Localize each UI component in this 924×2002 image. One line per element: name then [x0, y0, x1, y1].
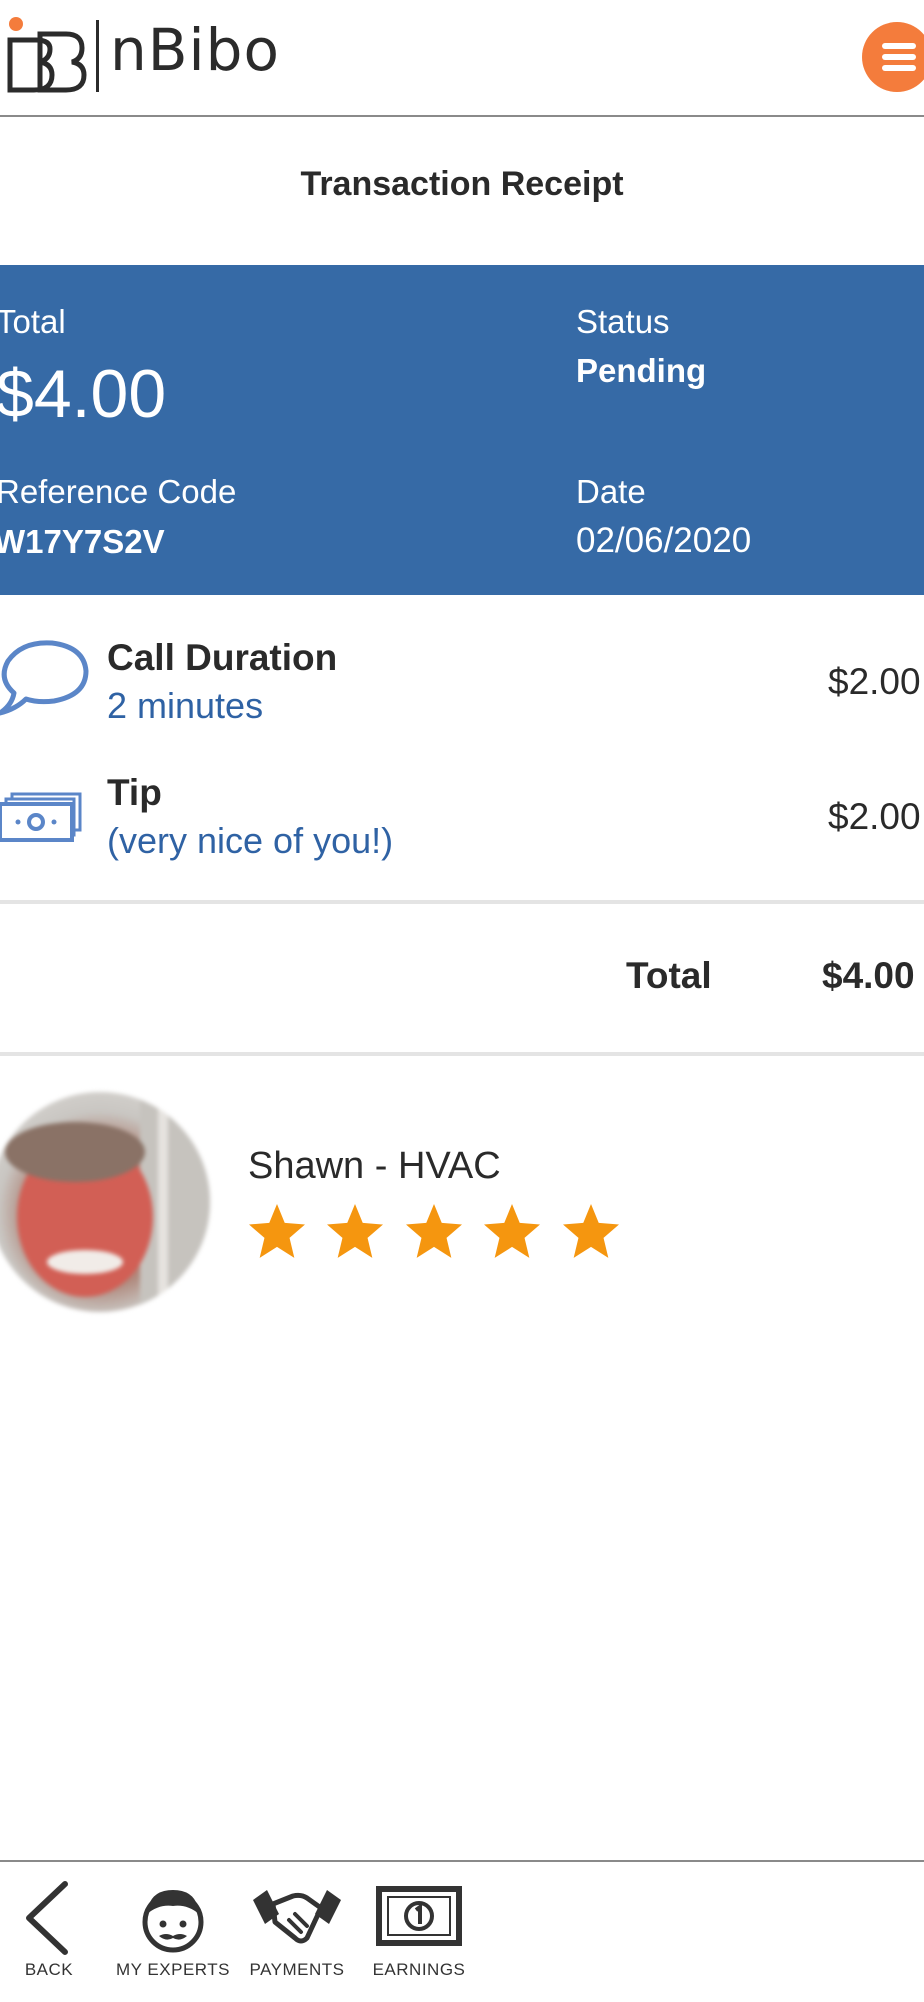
avatar-photo [5, 1092, 210, 1312]
logo-text: nBibo [110, 16, 280, 84]
date-label: Date [576, 473, 646, 510]
star-icon [484, 1204, 541, 1258]
date-value: 02/06/2020 [576, 521, 752, 560]
menu-button[interactable] [862, 22, 924, 92]
line-item-subtitle: (very nice of you!) [107, 820, 394, 861]
line-item-subtitle: 2 minutes [107, 685, 264, 726]
dollar-bill-icon [376, 1886, 462, 1946]
nav-label: MY EXPERTS [116, 1960, 230, 1979]
divider [0, 1052, 924, 1056]
grand-total-label: Total [626, 955, 712, 996]
nav-label: EARNINGS [372, 1960, 466, 1979]
rating-stars[interactable] [245, 1200, 633, 1270]
expert-avatar[interactable] [0, 1092, 210, 1312]
chat-bubble-icon [0, 640, 89, 716]
star-icon [405, 1204, 462, 1258]
nbibo-logo-icon [7, 17, 87, 93]
star-icon [249, 1204, 305, 1258]
status-value: Pending [576, 352, 707, 389]
status-label: Status [576, 303, 670, 340]
handshake-icon [253, 1890, 341, 1944]
nav-my-experts-button[interactable]: MY EXPERTS [108, 1862, 238, 2002]
nav-label: BACK [24, 1960, 74, 1979]
cash-icon [0, 792, 82, 842]
back-arrow-icon [26, 1881, 68, 1955]
expert-face-icon [142, 1890, 204, 1953]
total-label: Total [0, 303, 66, 340]
app-header: nBibo [0, 0, 924, 117]
bottom-nav: BACK MY EXPERTS PAYMENTS EARNINGS [0, 1860, 924, 2002]
line-item-amount: $2.00 [828, 661, 921, 702]
nav-label: PAYMENTS [249, 1960, 345, 1979]
total-amount: $4.00 [0, 356, 167, 432]
line-item-title: Call Duration [107, 637, 338, 678]
nav-earnings-button[interactable]: EARNINGS [354, 1862, 484, 2002]
logo-divider [96, 20, 99, 92]
nav-payments-button[interactable]: PAYMENTS [232, 1862, 362, 2002]
line-item-tip: Tip (very nice of you!) $2.00 [0, 760, 924, 880]
page-title: Transaction Receipt [300, 165, 624, 203]
line-item-title: Tip [107, 772, 162, 813]
reference-code-value: W17Y7S2V [0, 523, 165, 560]
reference-code-label: Reference Code [0, 473, 237, 510]
expert-name: Shawn - HVAC [248, 1145, 501, 1187]
line-item-call-duration: Call Duration 2 minutes $2.00 [0, 625, 924, 745]
line-item-amount: $2.00 [828, 796, 921, 837]
star-icon [327, 1204, 384, 1258]
grand-total-value: $4.00 [822, 955, 915, 996]
star-icon [562, 1204, 619, 1258]
hamburger-menu-icon [882, 43, 916, 71]
receipt-summary-panel: Total $4.00 Status Pending Reference Cod… [0, 265, 924, 595]
nav-back-button[interactable]: BACK [0, 1862, 114, 2002]
divider [0, 900, 924, 904]
